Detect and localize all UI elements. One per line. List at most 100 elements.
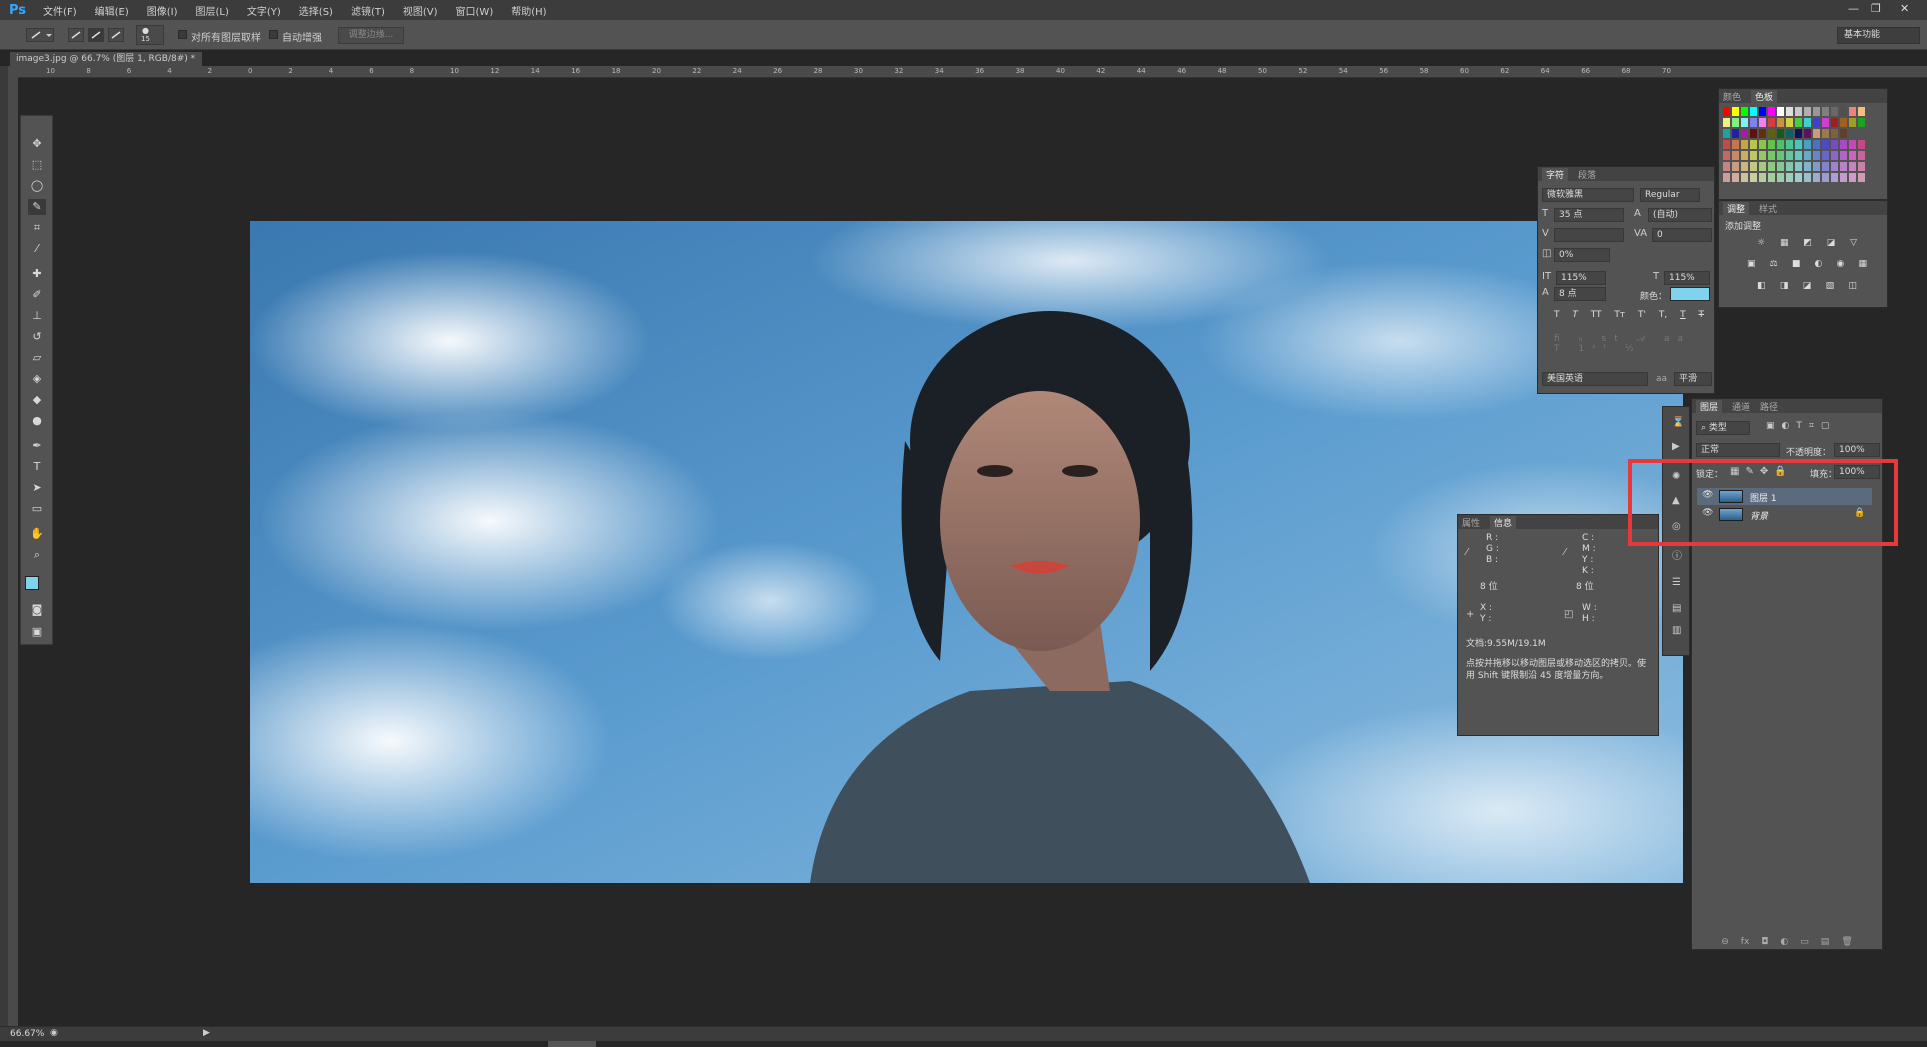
- color-swatch[interactable]: [1813, 107, 1820, 116]
- channel-mixer-icon[interactable]: ◉: [1836, 259, 1844, 269]
- color-swatch[interactable]: [1831, 151, 1838, 160]
- color-swatch[interactable]: [1858, 173, 1865, 182]
- type-tool-icon[interactable]: T: [28, 459, 46, 475]
- healing-brush-tool-icon[interactable]: ✚: [28, 266, 46, 282]
- color-swatch[interactable]: [1768, 129, 1775, 138]
- status-info-icon[interactable]: ◉: [50, 1028, 58, 1038]
- color-swatch[interactable]: [1750, 151, 1757, 160]
- baseline-shift-field[interactable]: 8 点: [1554, 287, 1606, 301]
- color-swatch[interactable]: [1759, 162, 1766, 171]
- vertical-ruler[interactable]: [8, 66, 18, 1026]
- horizontal-scale-field[interactable]: 115%: [1664, 271, 1710, 285]
- vibrance-icon[interactable]: ▽: [1850, 238, 1857, 248]
- menu-file[interactable]: 文件(F): [43, 3, 77, 18]
- underline-button[interactable]: T: [1680, 310, 1686, 320]
- color-swatch[interactable]: [1822, 118, 1829, 127]
- small-caps-button[interactable]: Tт: [1614, 310, 1625, 320]
- color-swatch[interactable]: [1840, 118, 1847, 127]
- layer-filter-kind-select[interactable]: ⌕ 类型: [1696, 421, 1750, 435]
- color-balance-icon[interactable]: ⚖: [1770, 259, 1778, 269]
- color-swatch[interactable]: [1768, 173, 1775, 182]
- tool-preset-picker[interactable]: [26, 28, 54, 42]
- minimize-button[interactable]: —: [1848, 2, 1859, 15]
- color-swatch[interactable]: [1732, 173, 1739, 182]
- font-family-select[interactable]: 微软雅黑: [1542, 188, 1634, 202]
- foreground-color-swatch[interactable]: [25, 576, 39, 590]
- color-swatch[interactable]: [1759, 173, 1766, 182]
- color-swatch[interactable]: [1723, 118, 1730, 127]
- color-swatch[interactable]: [1750, 140, 1757, 149]
- color-swatch[interactable]: [1741, 173, 1748, 182]
- color-swatch[interactable]: [1804, 118, 1811, 127]
- gradient-map-icon[interactable]: ◫: [1848, 281, 1857, 291]
- close-window-button[interactable]: ✕: [1900, 2, 1909, 15]
- lasso-tool-icon[interactable]: ◯: [28, 178, 46, 194]
- color-swatch[interactable]: [1741, 151, 1748, 160]
- menu-edit[interactable]: 编辑(E): [95, 3, 129, 18]
- blur-tool-icon[interactable]: ◆: [28, 392, 46, 408]
- color-swatch[interactable]: [1822, 140, 1829, 149]
- color-swatch[interactable]: [1858, 162, 1865, 171]
- menu-filter[interactable]: 滤镜(T): [351, 3, 385, 18]
- color-swatch[interactable]: [1831, 129, 1838, 138]
- color-swatch[interactable]: [1732, 140, 1739, 149]
- color-swatch[interactable]: [1759, 129, 1766, 138]
- eraser-tool-icon[interactable]: ▱: [28, 350, 46, 366]
- tsume-field[interactable]: 0%: [1554, 248, 1610, 262]
- color-swatch[interactable]: [1750, 118, 1757, 127]
- color-swatch[interactable]: [1858, 118, 1865, 127]
- tab-styles[interactable]: 样式: [1759, 202, 1777, 215]
- color-swatch[interactable]: [1768, 107, 1775, 116]
- add-selection-brush-icon[interactable]: [88, 28, 104, 42]
- path-selection-tool-icon[interactable]: ➤: [28, 480, 46, 496]
- color-swatch[interactable]: [1759, 107, 1766, 116]
- menu-image[interactable]: 图像(I): [147, 3, 178, 18]
- threshold-icon[interactable]: ◪: [1803, 281, 1812, 291]
- color-swatch[interactable]: [1849, 140, 1856, 149]
- color-swatch[interactable]: [1840, 173, 1847, 182]
- color-swatch[interactable]: [1849, 107, 1856, 116]
- tab-character[interactable]: 字符: [1542, 167, 1569, 181]
- subscript-button[interactable]: T,: [1659, 310, 1667, 320]
- new-layer-icon[interactable]: ▤: [1821, 937, 1830, 950]
- color-swatch[interactable]: [1804, 107, 1811, 116]
- color-swatch[interactable]: [1813, 173, 1820, 182]
- color-swatch[interactable]: [1768, 118, 1775, 127]
- color-swatch[interactable]: [1786, 118, 1793, 127]
- color-swatch[interactable]: [1768, 162, 1775, 171]
- add-mask-icon[interactable]: ◘: [1761, 937, 1768, 950]
- color-swatch[interactable]: [1804, 173, 1811, 182]
- language-select[interactable]: 美国英语: [1542, 372, 1648, 386]
- hand-tool-icon[interactable]: ✋: [28, 526, 46, 542]
- color-swatch[interactable]: [1759, 151, 1766, 160]
- color-swatch[interactable]: [1795, 173, 1802, 182]
- properties-icon[interactable]: ☰: [1672, 577, 1681, 588]
- color-swatch[interactable]: [1750, 162, 1757, 171]
- color-swatch[interactable]: [1822, 129, 1829, 138]
- color-swatch[interactable]: [1777, 162, 1784, 171]
- tab-swatches[interactable]: 色板: [1751, 89, 1778, 103]
- menu-view[interactable]: 视图(V): [403, 3, 438, 18]
- color-swatch[interactable]: [1723, 151, 1730, 160]
- photo-filter-icon[interactable]: ◐: [1814, 259, 1822, 269]
- sample-all-layers-checkbox[interactable]: [178, 30, 187, 39]
- tab-adjustments[interactable]: 调整: [1723, 201, 1750, 215]
- document-tab[interactable]: image3.jpg @ 66.7% (图层 1, RGB/8#) * ×: [10, 52, 202, 78]
- color-swatch[interactable]: [1723, 173, 1730, 182]
- color-swatch[interactable]: [1858, 151, 1865, 160]
- selective-color-icon[interactable]: ▧: [1826, 281, 1835, 291]
- levels-icon[interactable]: ▦: [1780, 238, 1789, 248]
- color-swatch[interactable]: [1849, 118, 1856, 127]
- tab-paths[interactable]: 路径: [1760, 400, 1778, 413]
- restore-button[interactable]: ❐: [1871, 2, 1881, 15]
- vertical-scale-field[interactable]: 115%: [1556, 271, 1606, 285]
- clone-source-icon[interactable]: ▤: [1672, 603, 1681, 614]
- quick-selection-tool-icon[interactable]: ✎: [28, 199, 46, 215]
- color-swatch[interactable]: [1813, 129, 1820, 138]
- color-swatch[interactable]: [1741, 118, 1748, 127]
- color-swatch[interactable]: [1786, 140, 1793, 149]
- tab-properties[interactable]: 属性: [1462, 516, 1480, 529]
- color-swatch[interactable]: [1831, 162, 1838, 171]
- color-swatch[interactable]: [1840, 129, 1847, 138]
- color-swatch[interactable]: [1822, 173, 1829, 182]
